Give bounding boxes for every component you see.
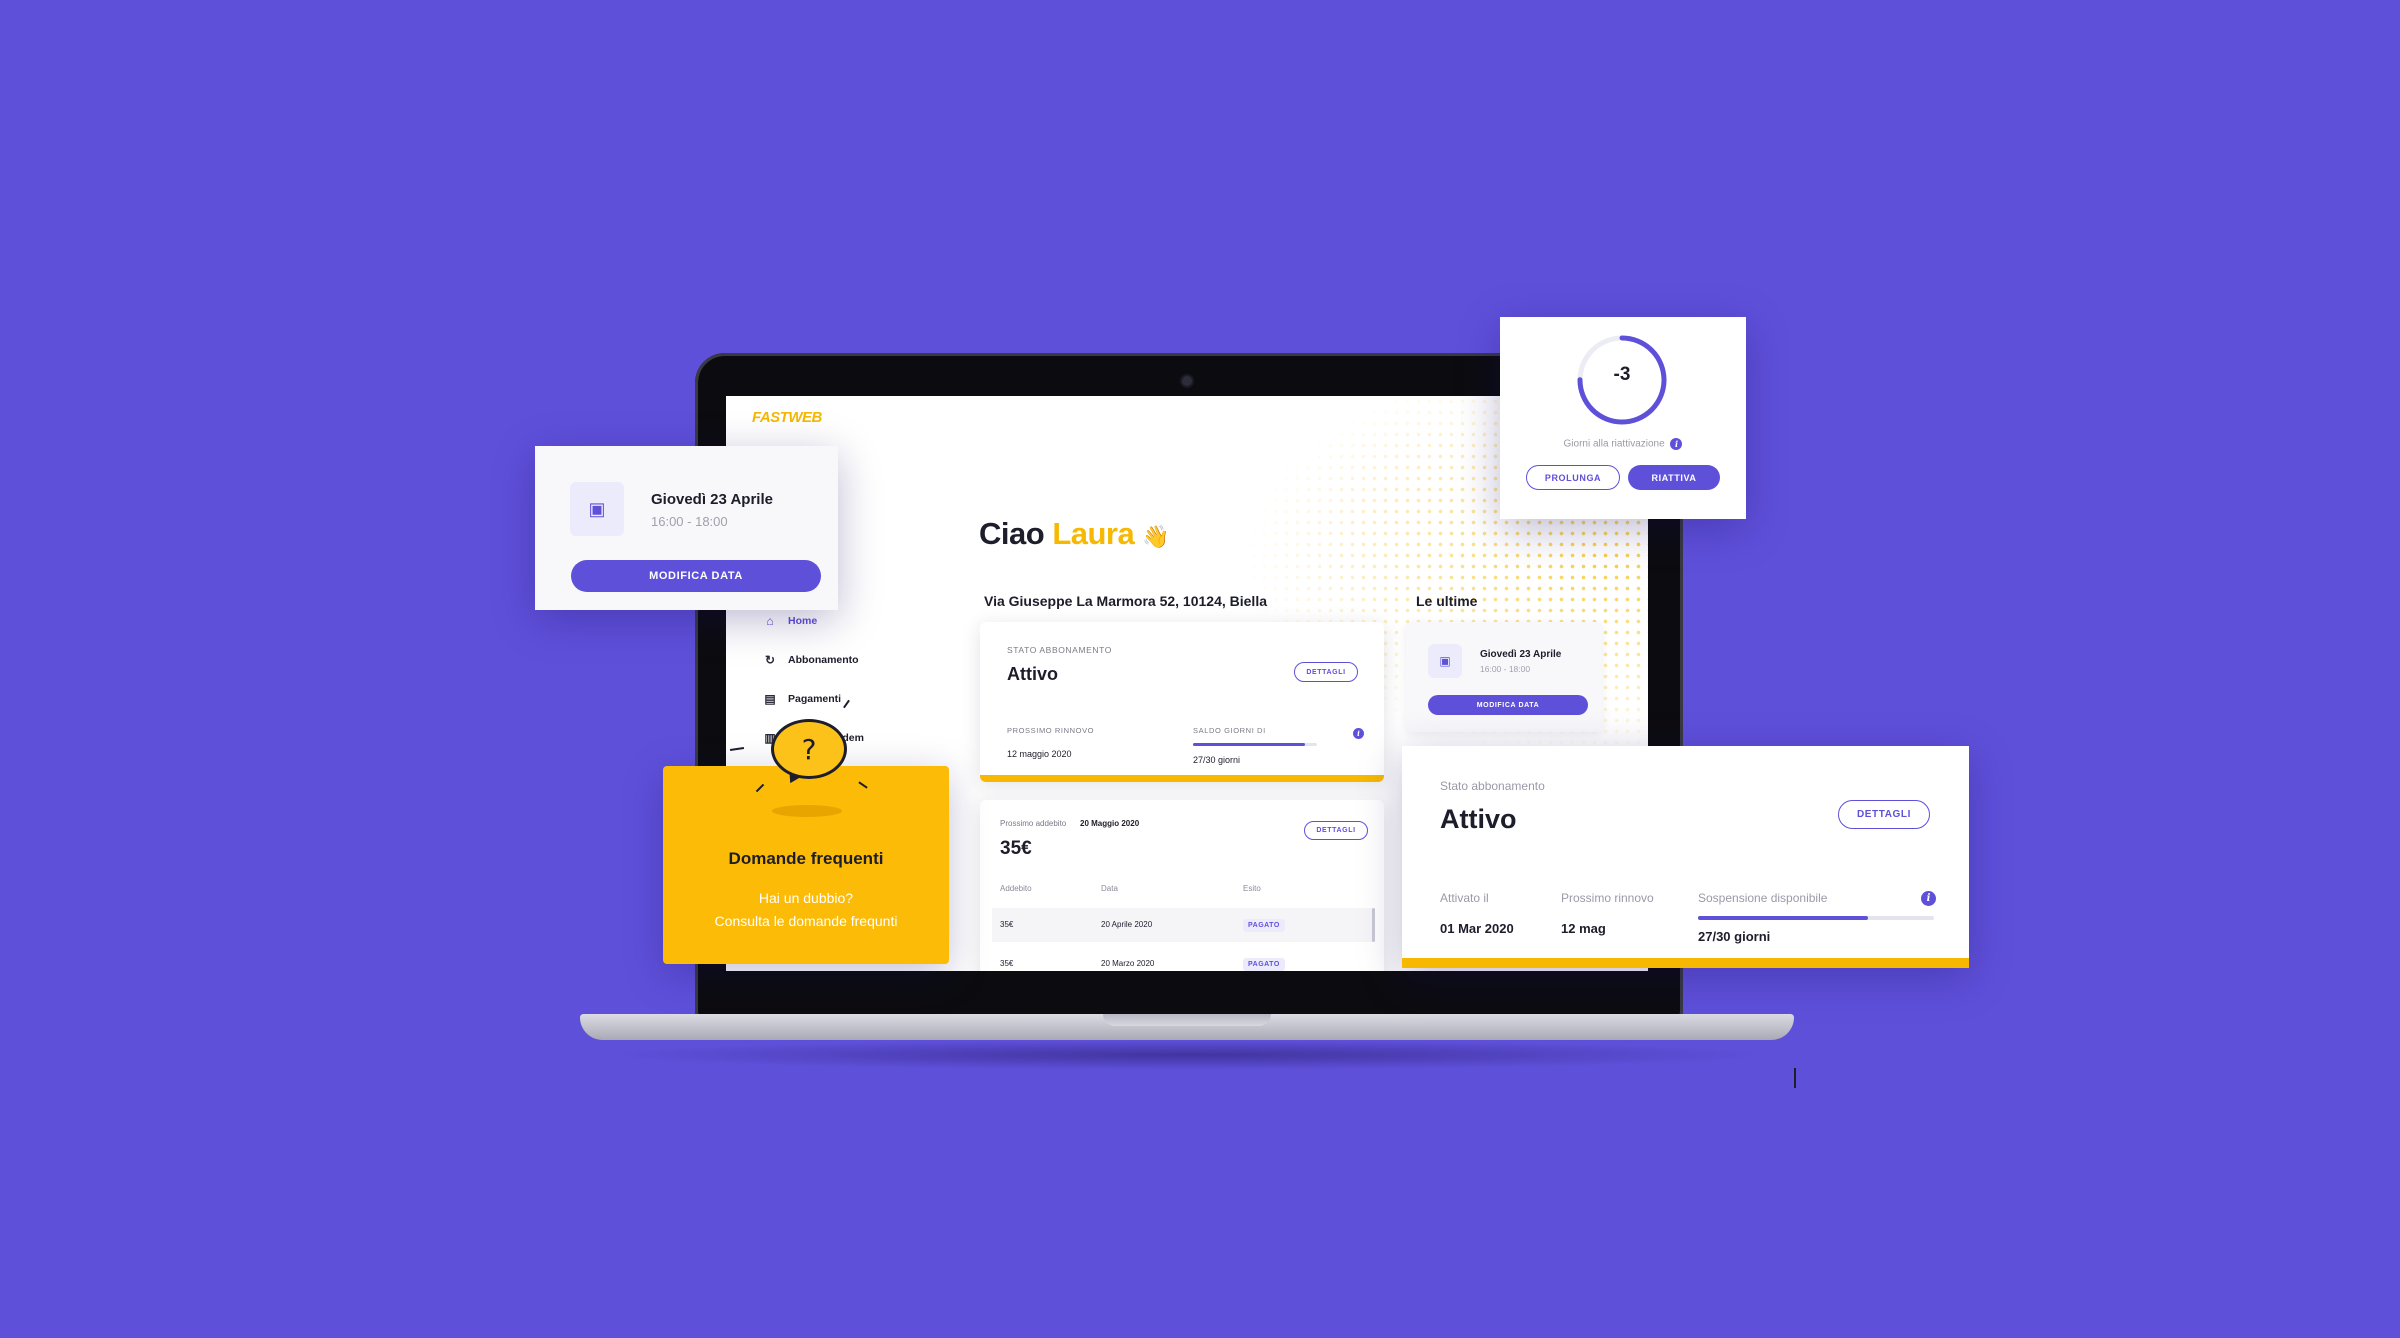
info-icon[interactable]: i (1353, 728, 1364, 739)
activated-label: Attivato il (1440, 891, 1489, 905)
laptop-shadow (600, 1040, 1774, 1070)
subscription-label: Stato abbonamento (1440, 779, 1545, 793)
table-row[interactable]: 35€ 20 Aprile 2020 PAGATO (992, 908, 1372, 942)
balance-progress-fill (1193, 743, 1305, 746)
greeting-heading: Ciao Laura 👋 (979, 516, 1170, 552)
home-icon: ⌂ (766, 614, 774, 628)
countdown-label: Giorni alla riattivazione i (1500, 438, 1746, 450)
countdown-label-text: Giorni alla riattivazione (1563, 438, 1665, 450)
appointment-date: Giovedì 23 Aprile (1480, 649, 1562, 660)
reactivate-button[interactable]: RIATTIVA (1628, 465, 1720, 490)
faq-line-2[interactable]: Consulta le domande frequnti (663, 913, 949, 929)
row-date: 20 Marzo 2020 (1101, 959, 1155, 968)
webcam (1182, 376, 1192, 386)
address-title: Via Giuseppe La Marmora 52, 10124, Biell… (984, 593, 1267, 609)
renewal-value: 12 mag (1561, 921, 1606, 936)
suspension-label: Sospensione disponibile (1698, 891, 1828, 905)
appointment-date: Giovedì 23 Aprile (651, 491, 773, 508)
faq-title: Domande frequenti (728, 849, 884, 868)
balance-value: 27/30 giorni (1193, 755, 1241, 765)
column-header-date: Data (1101, 884, 1118, 893)
sidebar-item-label: Abbonamento (788, 654, 859, 666)
column-header-charge: Addebito (1000, 884, 1032, 893)
greeting-word: Ciao (979, 516, 1045, 551)
fastweb-logo[interactable]: FASTWEB (752, 409, 822, 426)
extend-button[interactable]: PROLUNGA (1526, 465, 1620, 490)
row-amount: 35€ (1000, 959, 1014, 968)
subscription-label: STATO ABBONAMENTO (1007, 645, 1112, 655)
status-badge: PAGATO (1243, 919, 1285, 932)
recent-section-title: Le ultime (1416, 593, 1478, 609)
appointment-mini-card: ▣ Giovedì 23 Aprile 16:00 - 18:00 MODIFI… (1406, 622, 1602, 732)
sidebar-item-abbonamento[interactable]: ↻ Abbonamento (764, 653, 859, 667)
row-amount: 35€ (1000, 920, 1014, 929)
suspension-value: 27/30 giorni (1698, 929, 1771, 944)
column-header-result: Esito (1243, 884, 1261, 893)
renewal-label: Prossimo rinnovo (1561, 891, 1654, 905)
sidebar-item-pagamenti[interactable]: ▤ Pagamenti (764, 692, 841, 706)
suspension-progress-fill (1698, 916, 1868, 920)
appointment-time: 16:00 - 18:00 (1480, 664, 1531, 674)
suspension-progress-bar (1698, 916, 1934, 920)
faq-line-1: Hai un dubbio? (758, 890, 854, 906)
billing-details-button[interactable]: DETTAGLI (1304, 821, 1368, 840)
info-icon[interactable]: i (1921, 891, 1936, 906)
card-accent-strip (1402, 958, 1969, 968)
user-name: Laura (1052, 516, 1135, 551)
wave-icon: 👋 (1142, 524, 1170, 549)
sidebar-item-home[interactable]: ⌂ Home (764, 614, 817, 628)
calendar-icon: ▣ (570, 482, 624, 536)
appointment-time: 16:00 - 18:00 (651, 514, 728, 529)
laptop-base-notch (1103, 1014, 1271, 1026)
appointment-card: ▣ Giovedì 23 Aprile 16:00 - 18:00 MODIFI… (535, 446, 838, 610)
status-badge: PAGATO (1243, 958, 1285, 971)
balance-progress-bar (1193, 743, 1317, 746)
details-button[interactable]: DETTAGLI (1838, 800, 1930, 829)
subscription-status: Attivo (1440, 804, 1517, 834)
faq-card[interactable]: Domande frequenti Hai un dubbio? Consult… (663, 766, 949, 964)
bubble-shadow (772, 805, 842, 817)
billing-card: Prossimo addebito 20 Maggio 2020 35€ DET… (980, 800, 1384, 971)
renewal-label: PROSSIMO RINNOVO (1007, 726, 1095, 735)
activated-value: 01 Mar 2020 (1440, 921, 1514, 936)
sidebar-item-label: Home (788, 615, 818, 627)
sidebar-item-label: Pagamenti (788, 693, 842, 705)
calendar-icon: ▣ (1428, 644, 1462, 678)
modify-date-button[interactable]: MODIFICA DATA (1428, 695, 1588, 715)
next-charge-amount: 35€ (1000, 838, 1032, 859)
refresh-icon: ↻ (764, 653, 776, 667)
question-bubble-icon: ? (771, 719, 847, 779)
card-accent-strip (980, 775, 1384, 782)
modify-date-button[interactable]: MODIFICA DATA (571, 560, 821, 592)
wallet-icon: ▤ (764, 692, 776, 706)
renewal-value: 12 maggio 2020 (1007, 749, 1072, 759)
countdown-value: -3 (1613, 364, 1631, 385)
subscription-status: Attivo (1007, 664, 1058, 684)
subscription-detail-card: Stato abbonamento Attivo DETTAGLI Attiva… (1402, 746, 1969, 968)
decorative-line (1794, 1068, 1796, 1088)
info-icon[interactable]: i (1670, 438, 1683, 450)
table-scrollbar[interactable] (1372, 908, 1375, 942)
table-row[interactable]: 35€ 20 Marzo 2020 PAGATO (992, 947, 1372, 971)
balance-label: SALDO GIORNI DI (1193, 726, 1266, 735)
row-date: 20 Aprile 2020 (1101, 920, 1153, 929)
next-charge-label: Prossimo addebito (1000, 819, 1067, 828)
next-charge-date: 20 Maggio 2020 (1080, 819, 1140, 828)
reactivation-countdown-card: -3 Giorni alla riattivazione i PROLUNGA … (1500, 317, 1746, 519)
subscription-card: STATO ABBONAMENTO Attivo DETTAGLI PROSSI… (980, 622, 1384, 782)
details-button[interactable]: DETTAGLI (1294, 662, 1358, 682)
